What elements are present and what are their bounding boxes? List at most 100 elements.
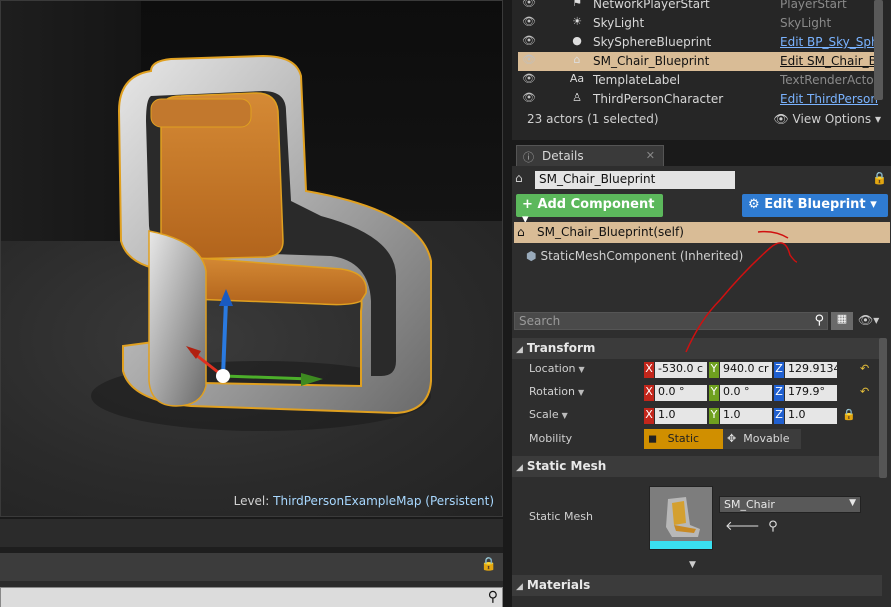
scale-y-field[interactable]: 1.0 xyxy=(720,408,772,424)
rotation-z-field[interactable]: 179.9° xyxy=(785,385,837,401)
visibility-eye-icon[interactable]: 👁 xyxy=(522,72,540,85)
location-y-field[interactable]: 940.0 cr xyxy=(720,362,772,378)
details-search-row: Search ⚲ ▦ 👁▾ xyxy=(512,312,891,334)
component-self-row[interactable]: ⌂ SM_Chair_Blueprint(self) xyxy=(514,222,890,243)
outliner-row-name: ThirdPersonCharacter xyxy=(593,92,724,106)
axis-x-icon: X xyxy=(644,408,654,424)
world-outliner: 👁 ⚑ NetworkPlayerStart PlayerStart 👁 ☀ SkyLigh… xyxy=(512,0,891,140)
mobility-label: Mobility xyxy=(529,432,573,445)
location-z-field[interactable]: 129.9134 xyxy=(785,362,837,378)
reset-rotation-icon[interactable]: ↶ xyxy=(860,385,869,398)
view-options-label: View Options xyxy=(792,112,872,126)
location-label[interactable]: Location ▼ xyxy=(529,362,585,375)
scale-x-field[interactable]: 1.0 xyxy=(655,408,707,424)
mobility-movable-label: Movable xyxy=(743,432,790,445)
outliner-row[interactable]: 👁 ☀ SkyLight SkyLight xyxy=(518,14,882,33)
visibility-eye-icon[interactable]: 👁 xyxy=(522,91,540,104)
edit-blueprint-button[interactable]: ⚙ Edit Blueprint ▾ xyxy=(742,194,888,217)
lock-icon[interactable]: 🔒 xyxy=(872,171,887,185)
edit-blueprint-link[interactable]: Edit SM_Chair_B xyxy=(780,54,880,68)
outliner-row[interactable]: 👁 ♙ ThirdPersonCharacter Edit ThirdPerson xyxy=(518,90,882,109)
browse-search-icon[interactable]: ⚲ xyxy=(768,519,778,534)
collapse-icon: ◢ xyxy=(516,345,523,355)
unreal-editor-window: Level: ThirdPersonExampleMap (Persistent… xyxy=(0,0,891,607)
outliner-row-name: TemplateLabel xyxy=(593,73,681,87)
collapse-icon: ◢ xyxy=(516,582,523,592)
category-materials-label: Materials xyxy=(526,578,591,592)
static-mesh-select[interactable]: SM_Chair ▼ xyxy=(719,496,861,513)
blueprint-icon: ⌂ xyxy=(573,53,581,66)
details-panel: ⌂ SM_Chair_Blueprint 🔒 + Add Component ▾… xyxy=(512,166,891,607)
outliner-row-type: SkyLight xyxy=(780,16,832,30)
chevron-down-icon: ▼ xyxy=(849,498,856,508)
expand-advanced-icon[interactable]: ▼ xyxy=(689,560,696,570)
actor-name-input[interactable]: SM_Chair_Blueprint xyxy=(535,171,735,189)
edit-blueprint-label: Edit Blueprint xyxy=(764,197,866,212)
category-static-mesh[interactable]: ◢ Static Mesh xyxy=(512,456,882,477)
blueprint-icon: ⌂ xyxy=(517,225,525,239)
edit-blueprint-link[interactable]: Edit ThirdPerson xyxy=(780,92,880,106)
static-mesh-thumbnail[interactable] xyxy=(649,486,713,550)
outliner-row[interactable]: 👁 ● SkySphereBlueprint Edit BP_Sky_Sph xyxy=(518,33,882,52)
category-materials[interactable]: ◢ Materials xyxy=(512,575,882,596)
location-x-field[interactable]: -530.0 c xyxy=(655,362,707,378)
chair-model[interactable] xyxy=(1,1,503,517)
scale-label[interactable]: Scale ▼ xyxy=(529,408,568,421)
mesh-asset-tools: 🡐 ⚲ xyxy=(725,518,778,534)
view-options-button[interactable]: 👁 View Options ▾ xyxy=(773,112,881,126)
category-transform[interactable]: ◢ Transform xyxy=(512,338,882,359)
outliner-row[interactable]: 👁 Aa TemplateLabel TextRenderActor xyxy=(518,71,882,90)
eye-icon[interactable]: 👁▾ xyxy=(858,313,879,327)
skylight-icon: ☀ xyxy=(572,15,582,28)
edit-blueprint-link[interactable]: Edit BP_Sky_Sph xyxy=(780,35,880,49)
category-transform-label: Transform xyxy=(526,341,596,355)
level-viewport[interactable]: Level: ThirdPersonExampleMap (Persistent… xyxy=(0,0,503,517)
mobility-static-button[interactable]: ◼ Static xyxy=(644,429,723,449)
add-component-label: Add Component xyxy=(537,197,655,212)
outliner-row[interactable]: 👁 ⌂ SM_Chair_Blueprint Edit SM_Chair_B xyxy=(518,52,882,71)
visibility-eye-icon[interactable]: 👁 xyxy=(522,53,540,66)
outliner-row[interactable]: 👁 ⚑ NetworkPlayerStart PlayerStart xyxy=(518,0,882,14)
mobility-static-label: Static xyxy=(667,432,700,445)
lock-icon[interactable]: 🔒 xyxy=(842,408,856,421)
details-search-input[interactable]: Search ⚲ xyxy=(514,312,828,330)
rotation-label[interactable]: Rotation ▼ xyxy=(529,385,584,398)
details-tab-label: Details xyxy=(542,149,584,163)
use-selected-arrow-icon[interactable]: 🡐 xyxy=(725,519,760,534)
plus-icon: + xyxy=(522,197,533,212)
rotation-x-field[interactable]: 0.0 ° xyxy=(655,385,707,401)
details-scrollbar[interactable] xyxy=(879,338,887,478)
static-mesh-label: Static Mesh xyxy=(529,510,593,523)
location-label-text: Location xyxy=(529,362,576,375)
rotation-y-field[interactable]: 0.0 ° xyxy=(720,385,772,401)
outliner-row-name: SkySphereBlueprint xyxy=(593,35,712,49)
static-icon: ◼ xyxy=(648,432,658,445)
mobility-movable-button[interactable]: ✥ Movable xyxy=(723,429,801,449)
search-icon[interactable]: ⚲ xyxy=(488,589,498,605)
add-component-button[interactable]: + Add Component ▾ xyxy=(516,194,663,227)
bottom-search-input[interactable]: ⚲ xyxy=(0,587,503,607)
component-self-label: SM_Chair_Blueprint(self) xyxy=(537,225,684,239)
sphere-icon: ● xyxy=(572,34,582,47)
chevron-down-icon: ▼ xyxy=(578,388,585,397)
scale-z-field[interactable]: 1.0 xyxy=(785,408,837,424)
eye-icon: 👁 xyxy=(773,112,789,126)
property-matrix-button[interactable]: ▦ xyxy=(831,312,853,330)
outliner-scrollbar[interactable] xyxy=(874,0,883,100)
outliner-row-name: SM_Chair_Blueprint xyxy=(593,54,710,68)
move-icon: ✥ xyxy=(727,432,737,445)
axis-z-icon: Z xyxy=(774,408,784,424)
visibility-eye-icon[interactable]: 👁 xyxy=(522,0,540,9)
level-indicator: Level: ThirdPersonExampleMap (Persistent… xyxy=(234,494,494,508)
panel-header xyxy=(0,553,503,581)
visibility-eye-icon[interactable]: 👁 xyxy=(522,15,540,28)
component-static-mesh-row[interactable]: ⬢ StaticMeshComponent (Inherited) xyxy=(526,249,743,263)
reset-location-icon[interactable]: ↶ xyxy=(860,362,869,375)
chevron-down-icon: ▼ xyxy=(578,365,585,374)
actor-count: 23 actors (1 selected) xyxy=(527,112,659,126)
close-icon[interactable]: ✕ xyxy=(646,149,655,162)
axis-y-icon: Y xyxy=(709,385,719,401)
tab-details[interactable]: ⓘ Details ✕ xyxy=(516,145,664,167)
lock-icon[interactable]: 🔒 xyxy=(481,557,497,572)
visibility-eye-icon[interactable]: 👁 xyxy=(522,34,540,47)
